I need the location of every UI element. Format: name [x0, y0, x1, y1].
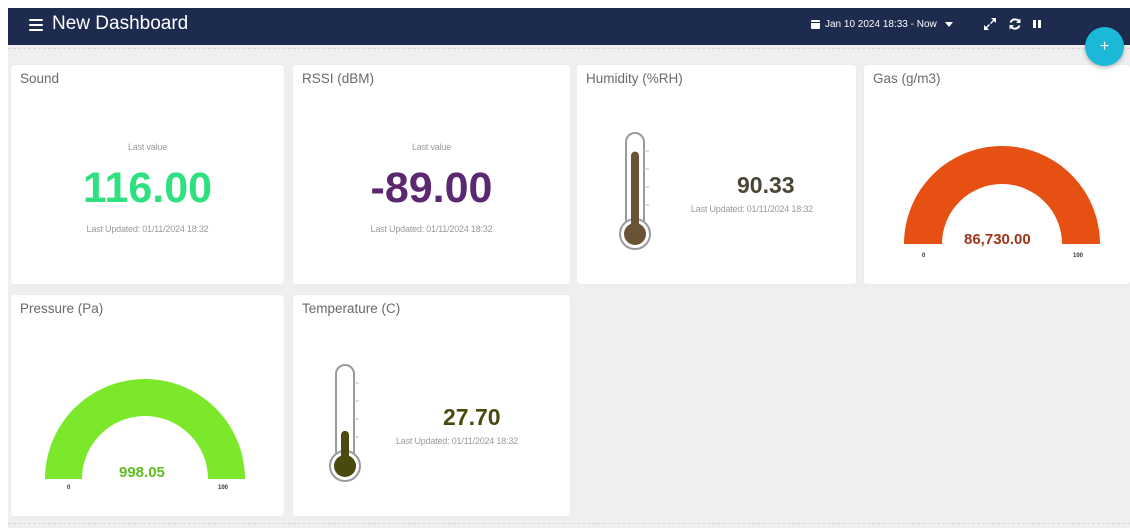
widget-pressure[interactable]: Pressure (Pa) 998.05 0 100 [11, 295, 284, 516]
sound-value: 116.00 [82, 164, 213, 212]
pressure-value: 998.05 [119, 464, 165, 481]
caret-down-icon [944, 22, 953, 27]
last-updated-text: Last Updated: 01/11/2024 18:32 [396, 436, 518, 446]
temperature-thermometer-icon [329, 364, 361, 482]
widget-humidity[interactable]: Humidity (%RH) 90.33 Last Updated: 01/11… [577, 65, 856, 284]
dashboard-title: New Dashboard [52, 13, 189, 34]
humidity-value: 90.33 [737, 172, 795, 198]
last-updated-text: Last Updated: 01/11/2024 18:32 [86, 224, 209, 234]
last-updated-text: Last Updated: 01/11/2024 18:32 [691, 204, 813, 214]
dashboard-frame: New Dashboard Jan 10 2024 18:33 - Now + … [8, 8, 1130, 528]
divider [8, 48, 1130, 49]
last-updated-text: Last Updated: 01/11/2024 18:32 [370, 224, 493, 234]
widget-rssi[interactable]: RSSI (dBM) Last value -89.00 Last Update… [293, 65, 570, 284]
expand-icon[interactable] [983, 17, 997, 31]
pause-icon[interactable] [1032, 17, 1042, 31]
widget-gas[interactable]: Gas (g/m3) 86,730.00 0 100 [864, 65, 1130, 284]
refresh-icon[interactable] [1008, 17, 1022, 31]
gas-value: 86,730.00 [964, 231, 1031, 248]
widget-title: Humidity (%RH) [586, 71, 683, 86]
calendar-icon [811, 20, 820, 29]
gauge-min-label: 0 [67, 485, 71, 491]
gauge-max-label: 100 [1073, 253, 1084, 259]
widget-temperature[interactable]: Temperature (C) 27.70 Last Updated: 01/1… [293, 295, 570, 516]
rssi-value: -89.00 [370, 164, 493, 212]
date-range-picker[interactable]: Jan 10 2024 18:33 - Now [811, 19, 953, 30]
humidity-thermometer-icon [619, 132, 651, 250]
widget-title: RSSI (dBM) [302, 71, 375, 86]
divider [8, 523, 1130, 524]
date-range-label: Jan 10 2024 18:33 - Now [825, 19, 937, 30]
widget-title: Gas (g/m3) [873, 71, 941, 86]
hamburger-menu-icon[interactable] [29, 19, 43, 31]
top-bar: New Dashboard Jan 10 2024 18:33 - Now [8, 8, 1130, 45]
gauge-max-label: 100 [218, 485, 229, 491]
widget-title: Temperature (C) [302, 301, 401, 316]
widget-sound[interactable]: Sound Last value 116.00 Last Updated: 01… [11, 65, 284, 284]
widget-title: Sound [20, 71, 60, 86]
temperature-value: 27.70 [443, 404, 501, 430]
last-value-label: Last value [411, 142, 452, 152]
last-value-label: Last value [127, 142, 168, 152]
gauge-min-label: 0 [922, 253, 926, 259]
widget-title: Pressure (Pa) [20, 301, 104, 316]
add-widget-button[interactable]: + [1085, 27, 1124, 66]
